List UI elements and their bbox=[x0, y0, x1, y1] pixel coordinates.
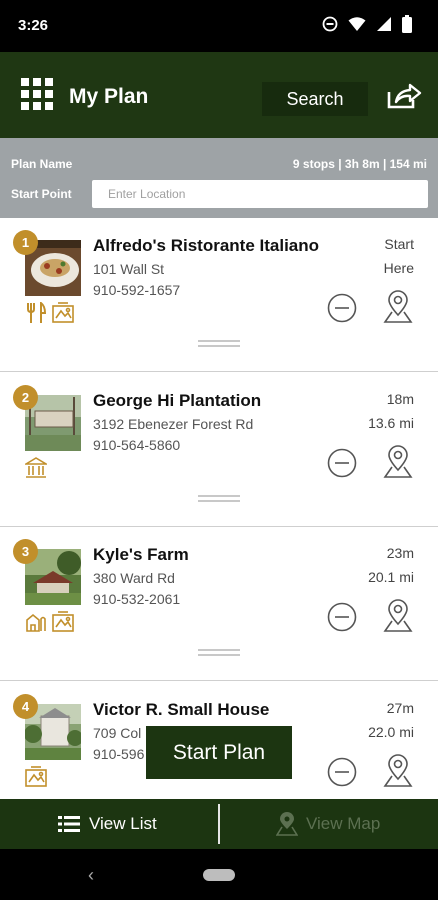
category-icons bbox=[25, 457, 47, 479]
farm-icon bbox=[26, 613, 46, 632]
start-point-label: Start Point bbox=[11, 187, 72, 201]
category-icons bbox=[25, 766, 47, 788]
view-list-tab[interactable]: View List bbox=[58, 799, 157, 849]
stop-distance: 13.6 mi bbox=[368, 415, 414, 431]
stop-number-badge: 2 bbox=[13, 385, 38, 410]
nav-divider bbox=[218, 804, 220, 844]
stop-card-2[interactable]: 2 George Hi Plantation 3192 Ebenezer For… bbox=[0, 373, 438, 527]
system-nav-bar: ‹ bbox=[0, 849, 438, 900]
stop-address: 3192 Ebenezer Forest Rd bbox=[93, 416, 254, 432]
stop-phone[interactable]: 910-532-2061 bbox=[93, 591, 180, 607]
stop-name[interactable]: Kyle's Farm bbox=[93, 545, 189, 565]
list-icon bbox=[58, 816, 80, 832]
remove-stop-icon[interactable] bbox=[327, 448, 357, 478]
drag-handle-icon[interactable] bbox=[198, 495, 240, 502]
stop-address: 709 Col bbox=[93, 725, 142, 741]
stop-address: 380 Ward Rd bbox=[93, 570, 175, 586]
stop-number-badge: 1 bbox=[13, 230, 38, 255]
plan-name-label: Plan Name bbox=[11, 157, 73, 171]
dnd-icon bbox=[322, 16, 338, 32]
stop-travel-time: 23m bbox=[386, 545, 414, 561]
stop-number-badge: 3 bbox=[13, 539, 38, 564]
category-icons bbox=[25, 611, 74, 633]
drag-handle-icon[interactable] bbox=[198, 340, 240, 347]
map-pin-icon[interactable] bbox=[383, 290, 413, 324]
search-button[interactable]: Search bbox=[262, 82, 368, 116]
home-pill-icon[interactable] bbox=[203, 869, 235, 881]
attraction-icon bbox=[25, 766, 47, 787]
stop-name[interactable]: George Hi Plantation bbox=[93, 391, 261, 411]
stop-distance: 20.1 mi bbox=[368, 569, 414, 585]
remove-stop-icon[interactable] bbox=[327, 602, 357, 632]
stop-distance: 22.0 mi bbox=[368, 724, 414, 740]
dining-icon bbox=[27, 302, 47, 323]
grid-menu-icon[interactable] bbox=[21, 78, 53, 110]
stop-card-1[interactable]: 1 Alfredo's Ristorante Italiano 101 Wall… bbox=[0, 218, 438, 372]
wifi-icon bbox=[348, 17, 366, 31]
map-pin-icon[interactable] bbox=[383, 599, 413, 633]
map-pin-icon[interactable] bbox=[383, 445, 413, 479]
plan-stats: 9 stops | 3h 8m | 154 mi bbox=[292, 157, 427, 171]
share-icon[interactable] bbox=[386, 82, 422, 110]
stop-travel-time: 18m bbox=[386, 391, 414, 407]
back-icon[interactable]: ‹ bbox=[88, 865, 94, 886]
start-plan-button[interactable]: Start Plan bbox=[146, 726, 292, 779]
stop-phone[interactable]: 910-564-5860 bbox=[93, 437, 180, 453]
status-bar: 3:26 bbox=[0, 0, 438, 52]
attraction-icon bbox=[52, 302, 74, 323]
status-icons bbox=[322, 15, 412, 33]
battery-icon bbox=[402, 15, 412, 33]
remove-stop-icon[interactable] bbox=[327, 293, 357, 323]
stop-card-3[interactable]: 3 Kyle's Farm 380 Ward Rd 910-532-2061 2… bbox=[0, 527, 438, 681]
status-time: 3:26 bbox=[18, 17, 49, 34]
stop-phone[interactable]: 910-596 bbox=[93, 746, 144, 762]
historic-building-icon bbox=[25, 457, 47, 478]
attraction-icon bbox=[52, 611, 74, 632]
start-location-input[interactable] bbox=[92, 180, 428, 208]
stop-address: 101 Wall St bbox=[93, 261, 165, 277]
bottom-nav: View List View Map bbox=[0, 799, 438, 849]
view-map-tab[interactable]: View Map bbox=[276, 799, 380, 849]
stop-name[interactable]: Victor R. Small House bbox=[93, 700, 269, 720]
map-marker-icon bbox=[276, 812, 298, 836]
stop-distance: Here bbox=[383, 260, 414, 276]
view-map-label: View Map bbox=[306, 814, 381, 833]
plan-info-bar: Plan Name 9 stops | 3h 8m | 154 mi Start… bbox=[0, 138, 438, 218]
drag-handle-icon[interactable] bbox=[198, 649, 240, 656]
stop-travel-time: Start bbox=[384, 236, 414, 252]
stop-phone[interactable]: 910-592-1657 bbox=[93, 282, 180, 298]
signal-icon bbox=[377, 17, 391, 31]
remove-stop-icon[interactable] bbox=[327, 757, 357, 787]
map-pin-icon[interactable] bbox=[383, 754, 413, 788]
page-title: My Plan bbox=[69, 85, 149, 108]
stop-travel-time: 27m bbox=[386, 700, 414, 716]
stop-number-badge: 4 bbox=[13, 694, 38, 719]
app-bar: My Plan Search bbox=[0, 52, 438, 138]
category-icons bbox=[25, 302, 74, 324]
stop-name[interactable]: Alfredo's Ristorante Italiano bbox=[93, 236, 319, 256]
view-list-label: View List bbox=[89, 814, 157, 833]
